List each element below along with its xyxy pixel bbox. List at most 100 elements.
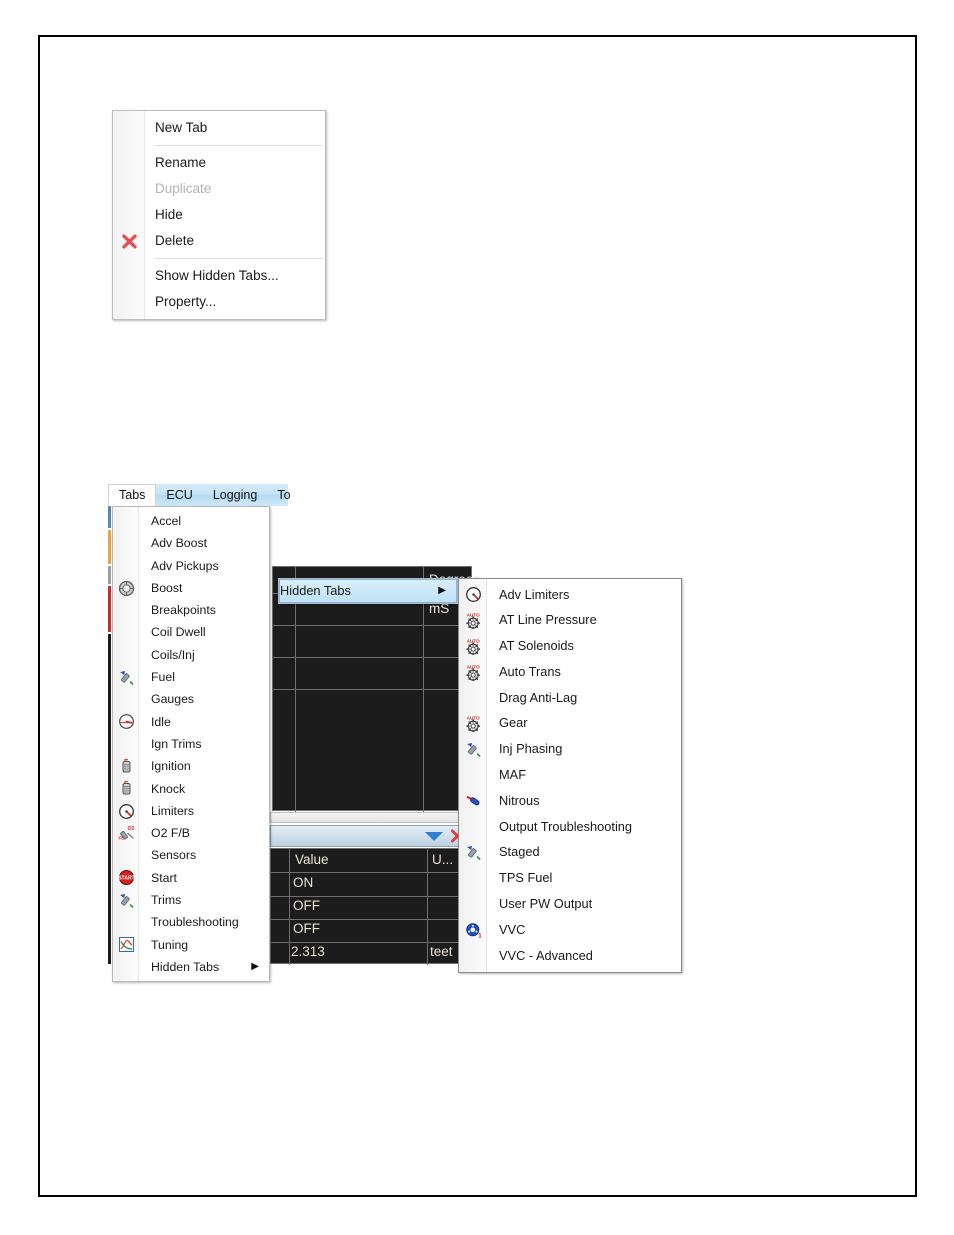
- hidden-tab-item-nitrous[interactable]: Nitrous: [459, 788, 681, 814]
- menu-item-new-tab[interactable]: New Tab: [113, 115, 325, 141]
- hidden-tabs-parent-strip[interactable]: Hidden Tabs ▶: [278, 578, 458, 604]
- hidden-tab-item-at-solenoids[interactable]: AUTO AT Solenoids: [459, 634, 681, 660]
- app-left-strip-orange: [108, 530, 111, 564]
- tabs-menu-item-adv-pickups[interactable]: Adv Pickups: [113, 555, 269, 577]
- menubar-item-ecu[interactable]: ECU: [156, 484, 202, 506]
- blank-icon: [459, 687, 487, 709]
- menu-item-label: Duplicate: [155, 181, 212, 197]
- hidden-tab-item-adv-limiters[interactable]: Adv Limiters: [459, 582, 681, 608]
- hidden-tab-item-auto-trans[interactable]: AUTO Auto Trans: [459, 659, 681, 685]
- grid-vline: [289, 849, 290, 965]
- tabs-menu-item-accel[interactable]: Accel: [113, 510, 269, 532]
- tabs-menu-item-start[interactable]: START Start: [113, 867, 269, 889]
- menu-item-label: Troubleshooting: [151, 915, 239, 930]
- menu-item-label: O2 F/B: [151, 826, 190, 841]
- menu-item-label: MAF: [499, 767, 527, 783]
- tabs-menu-item-coils-inj[interactable]: Coils/Inj: [113, 644, 269, 666]
- tabs-menu-item-coil-dwell[interactable]: Coil Dwell: [113, 621, 269, 643]
- tabs-menu-item-adv-boost[interactable]: Adv Boost: [113, 532, 269, 554]
- tabs-dropdown-menu[interactable]: Accel Adv Boost Adv Pickups Boost Breakp…: [112, 506, 270, 983]
- hidden-tab-item-drag-anti-lag[interactable]: Drag Anti-Lag: [459, 685, 681, 711]
- menu-item-label: Adv Pickups: [151, 558, 219, 573]
- grid-row-unit: teet: [430, 944, 453, 959]
- menu-item-show-hidden-tabs[interactable]: Show Hidden Tabs...: [113, 263, 325, 289]
- menu-item-delete[interactable]: Delete: [113, 228, 325, 254]
- app-left-strip-blue: [108, 506, 111, 528]
- app-left-strip-dark: [108, 634, 111, 964]
- tabs-menu-item-tuning[interactable]: Tuning: [113, 934, 269, 956]
- tabs-menu-item-boost[interactable]: Boost: [113, 577, 269, 599]
- menu-separator: [155, 258, 323, 259]
- tabs-menu-item-idle[interactable]: Idle: [113, 711, 269, 733]
- menu-item-label: Output Troubleshooting: [499, 818, 633, 834]
- hidden-tab-item-maf[interactable]: MAF: [459, 763, 681, 789]
- menu-item-hide[interactable]: Hide: [113, 202, 325, 228]
- svg-text:O2: O2: [127, 826, 134, 832]
- tab-context-menu[interactable]: New Tab Rename Duplicate Hide Delete Sho…: [112, 110, 326, 320]
- tabs-menu-item-o2-fb[interactable]: O2 FB O2 F/B: [113, 822, 269, 844]
- hidden-tab-item-vvc[interactable]: 1 VVC: [459, 917, 681, 943]
- red-x-icon: [113, 230, 145, 252]
- hidden-tab-item-vvc-advanced[interactable]: VVC - Advanced: [459, 943, 681, 969]
- hidden-tab-item-user-pw-output[interactable]: User PW Output: [459, 892, 681, 918]
- menu-item-duplicate: Duplicate: [113, 176, 325, 202]
- grid-row-value: ON: [293, 875, 314, 890]
- tabs-menu-item-gauges[interactable]: Gauges: [113, 688, 269, 710]
- nitrous-icon: [459, 790, 487, 812]
- app-left-strip-gray: [108, 566, 111, 584]
- turbo-icon: [113, 578, 139, 598]
- chevron-down-icon[interactable]: [425, 832, 443, 841]
- hidden-tab-item-tps-fuel[interactable]: TPS Fuel: [459, 866, 681, 892]
- hidden-tab-item-gear[interactable]: AUTO Gear: [459, 711, 681, 737]
- menubar-item-logging[interactable]: Logging: [203, 484, 268, 506]
- tabs-menu-item-trims[interactable]: Trims: [113, 889, 269, 911]
- grid-hline: [271, 919, 473, 920]
- svg-text:AUTO: AUTO: [466, 716, 479, 721]
- tabs-menu-item-knock[interactable]: Knock: [113, 778, 269, 800]
- svg-text:FB: FB: [118, 835, 125, 840]
- panel-toolbar[interactable]: [270, 825, 472, 847]
- injector-icon: [459, 739, 487, 761]
- menu-item-label: Trims: [151, 893, 182, 908]
- horizontal-scrollbar[interactable]: [270, 812, 472, 823]
- o2-sensor-icon: O2 FB: [113, 823, 139, 843]
- hidden-tab-item-staged[interactable]: Staged: [459, 840, 681, 866]
- blank-icon: [459, 945, 487, 967]
- menu-item-rename[interactable]: Rename: [113, 150, 325, 176]
- menu-bar[interactable]: Tabs ECU Logging To: [108, 484, 291, 506]
- menubar-item-tabs[interactable]: Tabs: [108, 484, 157, 506]
- tabs-menu-item-ignition[interactable]: Ignition: [113, 755, 269, 777]
- blank-icon: [113, 734, 139, 754]
- menu-item-label: Coil Dwell: [151, 625, 206, 640]
- tabs-menu-item-sensors[interactable]: Sensors: [113, 844, 269, 866]
- hidden-tabs-submenu[interactable]: Adv Limiters AUTO AT Line Pressure AUTO …: [458, 578, 682, 973]
- coil-icon: [113, 779, 139, 799]
- menu-item-property[interactable]: Property...: [113, 289, 325, 315]
- blank-icon: [113, 690, 139, 710]
- hidden-tab-item-at-line-pressure[interactable]: AUTO AT Line Pressure: [459, 608, 681, 634]
- hidden-tabs-highlighted-item[interactable]: Hidden Tabs ▶: [279, 579, 457, 603]
- chevron-right-icon: ▶: [438, 585, 446, 596]
- grid-hline: [271, 896, 473, 897]
- tabs-menu-item-ign-trims[interactable]: Ign Trims: [113, 733, 269, 755]
- blank-icon: [459, 764, 487, 786]
- lower-data-grid[interactable]: Value U... ON OFF OFF 2.313 teet: [270, 848, 473, 965]
- blank-icon: [113, 152, 145, 174]
- tabs-menu-item-fuel[interactable]: Fuel: [113, 666, 269, 688]
- menu-item-label: Limiters: [151, 803, 195, 818]
- menu-item-label: Inj Phasing: [499, 741, 563, 757]
- svg-text:1: 1: [478, 933, 482, 938]
- hidden-tab-item-inj-phasing[interactable]: Inj Phasing: [459, 737, 681, 763]
- tabs-menu-item-limiters[interactable]: Limiters: [113, 800, 269, 822]
- menu-item-label: Sensors: [151, 848, 197, 863]
- auto-gear-icon: AUTO: [459, 610, 487, 632]
- tabs-menu-item-hidden-tabs[interactable]: Hidden Tabs ▶: [113, 956, 269, 978]
- tabs-menu-item-breakpoints[interactable]: Breakpoints: [113, 599, 269, 621]
- menu-item-label: User PW Output: [499, 896, 593, 912]
- svg-text:START: START: [118, 876, 134, 882]
- tabs-menu-item-troubleshooting[interactable]: Troubleshooting: [113, 911, 269, 933]
- menubar-item-tools[interactable]: To: [267, 484, 300, 506]
- hidden-tab-item-output-troubleshooting[interactable]: Output Troubleshooting: [459, 814, 681, 840]
- grid-row-value: 2.313: [291, 944, 325, 959]
- menu-item-label: Tuning: [151, 937, 189, 952]
